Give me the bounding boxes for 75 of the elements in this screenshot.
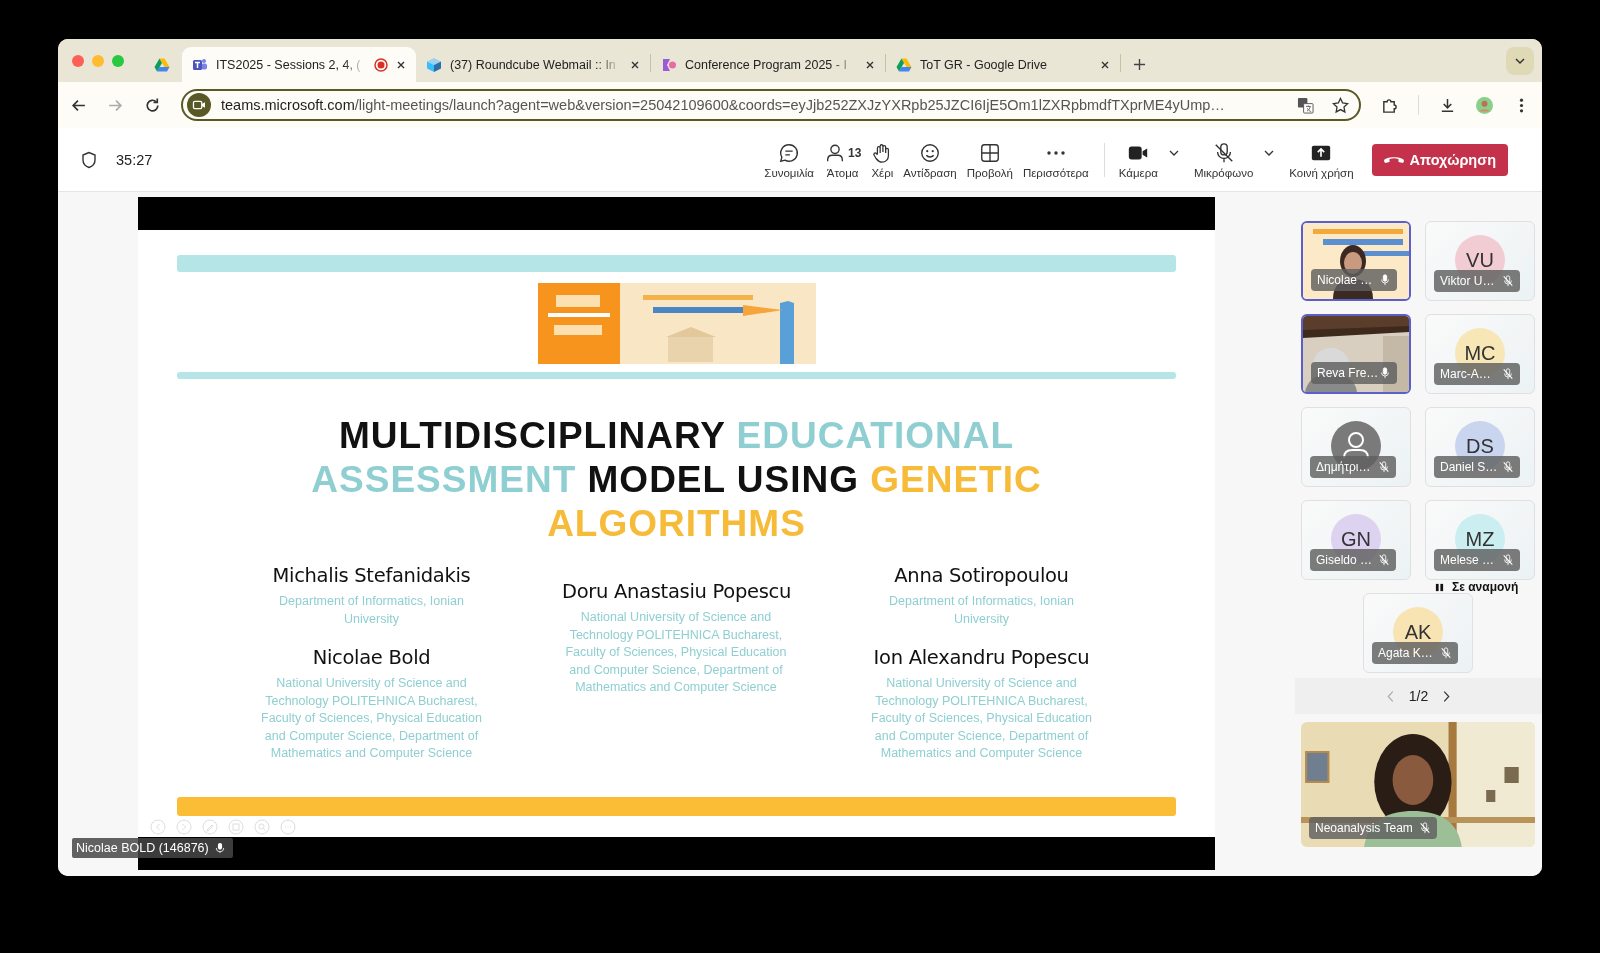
participant-tile[interactable]: AK Agata K…	[1363, 593, 1473, 673]
toolbar-icon	[1044, 149, 1067, 156]
participant-name: Viktor U…	[1434, 270, 1520, 292]
participant-tile[interactable]: DS Daniel S…	[1425, 407, 1535, 487]
participant-name: Giseldo …	[1310, 549, 1396, 571]
new-tab-icon[interactable]	[1133, 58, 1146, 71]
download-icon[interactable]	[1439, 96, 1456, 114]
author-affiliation: National University of Science and Technology POLITEHNICA Bucharest, Faculty of Sciences, Physical Education and Computer Science, Department of Mathematics and Computer Science	[564, 609, 788, 696]
toolbar-button[interactable]: Προβολή	[961, 140, 1018, 179]
pause-icon	[1435, 582, 1444, 592]
participant-name: Melese …	[1434, 549, 1520, 571]
author-affiliation: National University of Science and Technology POLITEHNICA Bucharest, Faculty of Sciences, Physical Education and Computer Science, Department of Mathematics and Computer Science	[260, 675, 483, 762]
people-count: 13	[848, 145, 862, 160]
participant-tile[interactable]: GN Giseldo …	[1301, 500, 1411, 580]
participant-tile[interactable]: Nicolae …	[1301, 221, 1411, 301]
reload-icon[interactable]	[144, 96, 161, 114]
tab-search-button[interactable]	[1506, 46, 1534, 75]
author-name: Nicolae Bold	[311, 646, 432, 670]
toolbar-icon	[1212, 140, 1235, 165]
toolbar-button[interactable]: Αντίδραση	[898, 140, 962, 179]
participant-tile[interactable]: Neoanalysis Team	[1301, 722, 1535, 847]
conference-icon	[661, 56, 677, 73]
close-tab-icon[interactable]	[1100, 59, 1110, 70]
participant-name: Daniel S…	[1434, 456, 1520, 478]
author-affiliation: National University of Science and Technology POLITEHNICA Bucharest, Faculty of Sciences, Physical Education and Computer Science, Department of Mathematics and Computer Science	[870, 675, 1093, 762]
close-tab-icon[interactable]	[396, 59, 406, 70]
teams-icon	[192, 56, 208, 73]
toolbar-button[interactable]: Συνομιλία	[759, 140, 819, 179]
camera-icon	[187, 93, 211, 117]
browser-tab[interactable]: (37) Roundcube Webmail :: In	[416, 47, 650, 82]
participant-tile[interactable]: VU Viktor U…	[1425, 221, 1535, 301]
speaker-name: Nicolae BOLD (146876)	[76, 841, 209, 855]
participant-name: Reva Fre…	[1311, 362, 1397, 384]
slide-title: MULTIDISCIPLINARY EDUCATIONAL ASSESSMENT MODEL USING GENETIC ALGORITHMS	[311, 414, 1042, 546]
author-name: Ion Alexandru Popescu	[872, 646, 1091, 670]
cube-icon	[426, 56, 442, 73]
participant-name: Neoanalysis Team	[1309, 817, 1437, 839]
author-name: Doru Anastasiu Popescu	[561, 580, 792, 604]
extensions-icon[interactable]	[1381, 96, 1398, 114]
toolbar-button[interactable]: 13 Άτομα	[819, 140, 867, 179]
participant-tile[interactable]: MC Marc-A…	[1425, 314, 1535, 394]
status-label: Σε αναμονή	[1452, 580, 1519, 594]
author-affiliation: Department of Informatics, Ionian University	[888, 593, 1075, 628]
browser-tab[interactable]: ToT GR - Google Drive	[886, 47, 1120, 82]
shield-icon[interactable]	[80, 150, 98, 169]
participant-name: Nicolae …	[1311, 269, 1397, 291]
author-affiliation: Department of Informatics, Ionian University	[278, 593, 465, 628]
address-field[interactable]: teams.microsoft.com/light-meetings/launch?agent=web&version=25042109600&coords=eyJjb252ZXJzYXRpb25JZCI6IjE5Om1lZXRpbmdfTXprME4yUmp…	[181, 89, 1361, 121]
participant-name: Agata K…	[1372, 642, 1458, 664]
toolbar-button[interactable]: Περισσότερα	[1017, 140, 1094, 179]
toolbar-button[interactable]: Μικρόφωνο	[1189, 140, 1258, 179]
participant-name: Marc-A…	[1434, 363, 1520, 385]
star-icon[interactable]	[1332, 96, 1349, 114]
profile-avatar[interactable]	[1476, 96, 1493, 114]
browser-tab[interactable]: ITS2025 - Sessions 2, 4, (	[182, 47, 416, 82]
participant-tile[interactable]: Δημήτρι…	[1301, 407, 1411, 487]
participant-name: Δημήτρι…	[1310, 456, 1396, 478]
page-indicator: 1/2	[1408, 688, 1429, 704]
phone-icon	[1383, 155, 1404, 164]
author-name: Michalis Stefanidakis	[271, 564, 472, 588]
participant-tile[interactable]: Reva Fre…	[1301, 314, 1411, 394]
drive-icon	[154, 56, 170, 73]
close-tab-icon[interactable]	[630, 59, 640, 70]
browser-tab[interactable]: Conference Program 2025 - I	[651, 47, 885, 82]
toolbar-button[interactable]: Κοινή χρήση	[1285, 140, 1358, 179]
close-tab-icon[interactable]	[865, 59, 875, 70]
toolbar-button[interactable]: Κάμερα	[1114, 140, 1162, 179]
leave-button[interactable]: Αποχώρηση	[1371, 143, 1508, 176]
drive-icon	[896, 56, 912, 73]
next-page-icon[interactable]	[1442, 689, 1452, 703]
author-name: Anna Sotiropoulou	[893, 564, 1070, 588]
translate-icon[interactable]	[1297, 96, 1314, 114]
meeting-timer: 35:27	[116, 151, 153, 168]
participant-tile[interactable]: MZ Melese …	[1425, 500, 1535, 580]
toolbar-button[interactable]: Χέρι	[866, 140, 899, 179]
